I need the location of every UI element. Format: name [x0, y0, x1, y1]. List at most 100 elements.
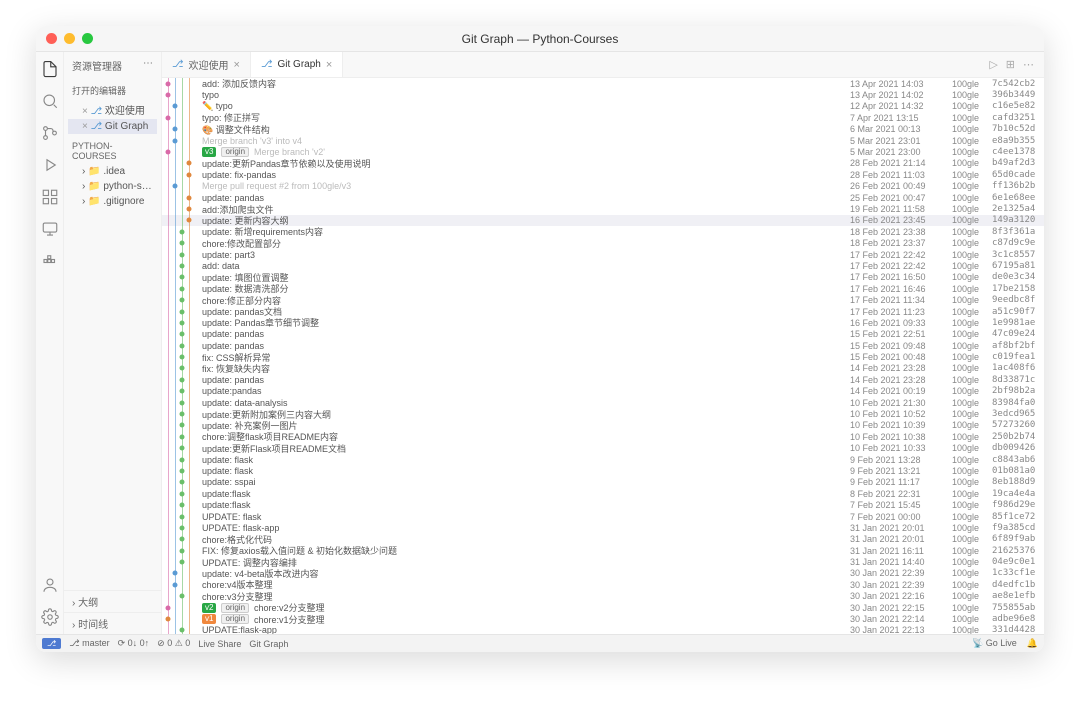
- commit-hash: 83984fa0: [992, 398, 1044, 408]
- commit-row[interactable]: add: 添加反馈内容13 Apr 2021 14:03100gle7c542c…: [162, 78, 1044, 89]
- commit-author: 100gle: [952, 557, 992, 567]
- commit-hash: f9a385cd: [992, 523, 1044, 533]
- commit-row[interactable]: update: pandas15 Feb 2021 22:51100gle47c…: [162, 329, 1044, 340]
- commit-hash: af8bf2bf: [992, 341, 1044, 351]
- commit-hash: 755855ab: [992, 603, 1044, 613]
- tree-item[interactable]: › 📁 python-self-lea...: [68, 179, 157, 194]
- tab[interactable]: ⎇ Git Graph ×: [251, 52, 343, 77]
- run-icon[interactable]: ▷: [989, 58, 997, 71]
- open-editors-label[interactable]: 打开的编辑器: [68, 81, 157, 100]
- commit-date: 30 Jan 2021 22:39: [850, 580, 952, 590]
- commit-message: 🎨 调整文件结构: [202, 123, 850, 136]
- commit-author: 100gle: [952, 238, 992, 248]
- problems-indicator[interactable]: ⊘ 0 ⚠ 0: [157, 638, 190, 649]
- commit-row[interactable]: chore:修改配置部分18 Feb 2021 23:37100glec87d9…: [162, 237, 1044, 248]
- commit-message: v1originchore:v1分支整理: [202, 613, 850, 626]
- remote-badge[interactable]: ⎇: [42, 638, 61, 649]
- settings-icon[interactable]: [41, 608, 59, 626]
- close-window-icon[interactable]: [46, 33, 57, 44]
- commit-row[interactable]: update:更新Pandas章节依赖以及使用说明28 Feb 2021 21:…: [162, 158, 1044, 169]
- commit-row[interactable]: update: pandas14 Feb 2021 23:28100gle8d3…: [162, 374, 1044, 385]
- commit-author: 100gle: [952, 591, 992, 601]
- commit-row[interactable]: fix: 恢复缺失内容14 Feb 2021 23:28100gle1ac408…: [162, 363, 1044, 374]
- commit-row[interactable]: update: fix-pandas28 Feb 2021 11:03100gl…: [162, 169, 1044, 180]
- remote-icon[interactable]: [41, 220, 59, 238]
- commit-hash: 85f1ce72: [992, 512, 1044, 522]
- debug-icon[interactable]: [41, 156, 59, 174]
- search-icon[interactable]: [41, 92, 59, 110]
- commit-row[interactable]: update: flask9 Feb 2021 13:21100gle01b08…: [162, 465, 1044, 476]
- commit-row[interactable]: UPDATE:flask-app30 Jan 2021 22:13100gle3…: [162, 625, 1044, 634]
- open-editor-item[interactable]: × ⎇ 欢迎使用: [68, 100, 157, 119]
- commit-message: fix: 恢复缺失内容: [202, 362, 850, 375]
- commit-row[interactable]: UPDATE: flask7 Feb 2021 00:00100gle85f1c…: [162, 511, 1044, 522]
- commit-author: 100gle: [952, 443, 992, 453]
- branch-indicator[interactable]: ⎇ master: [69, 638, 109, 649]
- liveshare-button[interactable]: Live Share: [198, 639, 241, 649]
- commit-date: 10 Feb 2021 10:38: [850, 432, 952, 442]
- commit-hash: 2bf98b2a: [992, 386, 1044, 396]
- maximize-window-icon[interactable]: [82, 33, 93, 44]
- commit-hash: 19ca4e4a: [992, 489, 1044, 499]
- commit-hash: 2e1325a4: [992, 204, 1044, 214]
- git-graph-view[interactable]: add: 添加反馈内容13 Apr 2021 14:03100gle7c542c…: [162, 78, 1044, 634]
- commit-row[interactable]: v1originchore:v1分支整理30 Jan 2021 22:14100…: [162, 613, 1044, 624]
- sidebar-title: 资源管理器: [72, 58, 122, 73]
- explorer-icon[interactable]: [41, 60, 59, 78]
- commit-hash: 8f3f361a: [992, 227, 1044, 237]
- account-icon[interactable]: [41, 576, 59, 594]
- titlebar[interactable]: Git Graph — Python-Courses: [36, 26, 1044, 52]
- commit-date: 5 Mar 2021 23:01: [850, 136, 952, 146]
- project-label[interactable]: PYTHON-COURSES: [68, 138, 157, 164]
- commit-hash: de0e3c34: [992, 272, 1044, 282]
- commit-hash: 47c09e24: [992, 329, 1044, 339]
- commit-author: 100gle: [952, 477, 992, 487]
- commit-row[interactable]: 🎨 调整文件结构6 Mar 2021 00:13100gle7b10c52d: [162, 124, 1044, 135]
- sidebar-section-collapsed[interactable]: › 时间线: [64, 612, 161, 634]
- commit-author: 100gle: [952, 580, 992, 590]
- more-icon[interactable]: ⋯: [143, 58, 153, 73]
- notifications-icon[interactable]: 🔔: [1027, 638, 1038, 649]
- golive-button[interactable]: 📡 Go Live: [972, 638, 1017, 649]
- commit-date: 28 Feb 2021 11:03: [850, 170, 952, 180]
- commit-row[interactable]: update:pandas14 Feb 2021 00:19100gle2bf9…: [162, 386, 1044, 397]
- commit-row[interactable]: update:更新Flask项目README文档10 Feb 2021 10:3…: [162, 443, 1044, 454]
- commit-row[interactable]: update:flask7 Feb 2021 15:45100glef986d2…: [162, 499, 1044, 510]
- commit-row[interactable]: update: sspai9 Feb 2021 11:17100gle8eb18…: [162, 477, 1044, 488]
- tree-item[interactable]: › 📁 .idea: [68, 164, 157, 179]
- source-control-icon[interactable]: [41, 124, 59, 142]
- commit-hash: 9eedbc8f: [992, 295, 1044, 305]
- editor-body: 资源管理器 ⋯ 打开的编辑器 × ⎇ 欢迎使用× ⎇ Git Graph PYT…: [36, 52, 1044, 634]
- window: Git Graph — Python-Courses 资源管理器 ⋯ 打开的编辑…: [36, 26, 1044, 652]
- commit-hash: ae8e1efb: [992, 591, 1044, 601]
- sidebar-section-collapsed[interactable]: › 大纲: [64, 590, 161, 612]
- gitgraph-button[interactable]: Git Graph: [249, 639, 288, 649]
- more-icon[interactable]: ⋯: [1023, 58, 1034, 71]
- commit-row[interactable]: typo13 Apr 2021 14:02100gle396b3449: [162, 89, 1044, 100]
- commit-author: 100gle: [952, 136, 992, 146]
- open-editor-item[interactable]: × ⎇ Git Graph: [68, 119, 157, 134]
- commit-row[interactable]: update: flask9 Feb 2021 13:28100glec8843…: [162, 454, 1044, 465]
- commit-author: 100gle: [952, 614, 992, 624]
- commit-date: 18 Feb 2021 23:37: [850, 238, 952, 248]
- docker-icon[interactable]: [41, 252, 59, 270]
- commit-author: 100gle: [952, 295, 992, 305]
- commit-row[interactable]: Merge pull request #2 from 100gle/v326 F…: [162, 181, 1044, 192]
- commit-row[interactable]: Merge branch 'v3' into v45 Mar 2021 23:0…: [162, 135, 1044, 146]
- commit-message: update: pandas: [202, 329, 850, 339]
- split-icon[interactable]: ⊞: [1006, 58, 1015, 71]
- commit-row[interactable]: update: part317 Feb 2021 22:42100gle3c1c…: [162, 249, 1044, 260]
- minimize-window-icon[interactable]: [64, 33, 75, 44]
- extensions-icon[interactable]: [41, 188, 59, 206]
- commit-date: 10 Feb 2021 10:33: [850, 443, 952, 453]
- sync-indicator[interactable]: ⟳ 0↓ 0↑: [118, 638, 150, 649]
- tree-item[interactable]: › 📁 .gitignore: [68, 194, 157, 209]
- commit-author: 100gle: [952, 363, 992, 373]
- tab[interactable]: ⎇ 欢迎使用 ×: [162, 52, 251, 77]
- commit-row[interactable]: update: Pandas章节细节调整16 Feb 2021 09:33100…: [162, 317, 1044, 328]
- commit-row[interactable]: update:flask8 Feb 2021 22:31100gle19ca4e…: [162, 488, 1044, 499]
- activity-bar: [36, 52, 64, 634]
- commit-author: 100gle: [952, 284, 992, 294]
- commit-hash: 1e9981ae: [992, 318, 1044, 328]
- commit-date: 17 Feb 2021 11:23: [850, 307, 952, 317]
